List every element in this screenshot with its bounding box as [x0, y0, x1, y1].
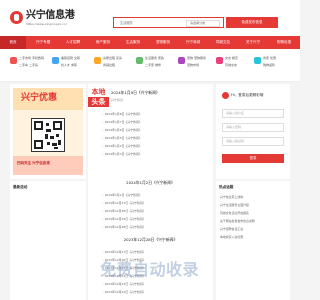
category-line[interactable]: 购物返利: [263, 63, 275, 68]
nav-item-home[interactable]: 首页: [0, 36, 26, 49]
news-item[interactable]: 2024年1月8日《兴宁新闻》: [102, 112, 210, 116]
service-icon: [136, 57, 143, 64]
watermark: 免费自动收录: [100, 260, 200, 279]
nav-item-mall[interactable]: 兴宁商城: [180, 36, 206, 49]
notice-item[interactable]: 本地商家入驻优惠: [220, 235, 286, 239]
news-item[interactable]: 2023年12月22日《兴宁新闻》: [102, 290, 210, 294]
headline-badge: 本地 头条: [88, 87, 109, 107]
notice-title: 热点话题: [219, 185, 234, 189]
category-line[interactable]: 二手市场 手机数码: [19, 56, 44, 61]
search-category-select[interactable]: 请选择分类: [186, 20, 220, 27]
login-greeting: Hi，登录后更精彩哦: [231, 93, 264, 97]
heart-icon: [216, 57, 223, 64]
notice-panel: 热点话题 兴宁信息港上线啦 兴宁生活服务全面升级 同城交友活动开启报名 关于网站…: [216, 181, 290, 300]
category-line[interactable]: 二手家 维修: [145, 63, 161, 68]
nav-item-deals[interactable]: 购物优惠: [270, 36, 298, 49]
news-item[interactable]: 2023年12月31日《兴宁新闻》: [102, 201, 210, 205]
captcha-field[interactable]: 请输入验证码: [222, 137, 284, 146]
category-line[interactable]: 二手车 二手房: [19, 63, 38, 68]
latest-activity-title: 最新活动: [13, 185, 28, 189]
category-grid: 二手市场 手机数码 二手车 二手房 兼职招聘 全职 找人才 求职 房屋出租 买房…: [0, 49, 300, 82]
news-subtitle: 兴宁新闻: [111, 98, 124, 102]
nav-item-life[interactable]: 生活服务: [120, 36, 146, 49]
news-heading[interactable]: 2023年12月28日《兴宁新闻》: [88, 237, 213, 243]
secondhand-icon: [10, 57, 17, 64]
notice-item[interactable]: 兴宁信息港上线啦: [220, 195, 286, 199]
badge-bottom: 头条: [88, 97, 109, 107]
notice-item[interactable]: 同城交友活动开启报名: [220, 211, 286, 215]
news-item[interactable]: 2024年1月5日《兴宁新闻》: [102, 136, 210, 140]
site-url: https://www.xingningxx.cn/: [26, 22, 67, 26]
nav-item-pets[interactable]: 宠物服务: [150, 36, 176, 49]
qr-code-icon: [31, 118, 65, 152]
news-item[interactable]: 2024年1月1日《兴宁新闻》: [102, 193, 210, 197]
notice-item[interactable]: 关于网站免费发布信息说明: [220, 219, 286, 223]
category-line[interactable]: 商家 优惠: [263, 56, 276, 61]
poster-footer: [13, 156, 83, 175]
search-input[interactable]: [114, 18, 184, 27]
password-field[interactable]: 请输入密码: [222, 123, 284, 132]
nav-item-jobs[interactable]: 人才招聘: [60, 36, 86, 49]
category-secondhand[interactable]: 二手市场 手机数码 二手车 二手房: [10, 55, 50, 79]
news-item[interactable]: 2024年1月3日《兴宁新闻》: [102, 152, 210, 156]
news-heading[interactable]: 2024年1月2日《兴宁新闻》: [88, 180, 213, 186]
search-box: 请选择分类: [113, 17, 224, 28]
promo-poster[interactable]: 兴宁优惠 扫码关注 兴宁信息港: [13, 88, 83, 175]
username-field[interactable]: 请输入用户名: [222, 109, 284, 118]
category-dating[interactable]: 交友 婚恋 同城交友: [216, 55, 256, 79]
promo-panel: 兴宁优惠 扫码关注 兴宁信息港: [10, 84, 86, 179]
pet-icon: [178, 57, 185, 64]
category-line[interactable]: 宠物 宠物服务: [187, 56, 206, 61]
news-item[interactable]: 2024年1月4日《兴宁新闻》: [102, 144, 210, 148]
user-icon: [222, 92, 229, 99]
category-line[interactable]: 交友 婚恋: [225, 56, 238, 61]
poster-title: 兴宁优惠: [21, 93, 58, 103]
category-line[interactable]: 房屋出租 买房: [103, 56, 122, 61]
news-item[interactable]: 2023年12月29日《兴宁新闻》: [102, 217, 210, 221]
poster-caption: 扫码关注 兴宁信息港: [17, 161, 50, 165]
nav-item-about[interactable]: 关于兴宁: [240, 36, 266, 49]
nav-item-topics[interactable]: 兴宁专题: [30, 36, 56, 49]
badge-top: 本地: [88, 87, 109, 97]
category-line[interactable]: 兼职招聘 全职: [61, 56, 80, 61]
notice-item[interactable]: 兴宁招聘信息汇总: [220, 227, 286, 231]
news-item[interactable]: 2023年12月28日《兴宁新闻》: [102, 225, 210, 229]
category-life[interactable]: 生活服务 家政 二手家 维修: [136, 55, 176, 79]
nav-item-housing[interactable]: 房产服务: [90, 36, 116, 49]
news-heading[interactable]: 2024年1月9日《兴宁新闻》: [111, 90, 211, 96]
tag-icon: [254, 57, 261, 64]
house-icon: [94, 57, 101, 64]
category-housing[interactable]: 房屋出租 买房 商铺出租: [94, 55, 134, 79]
category-line[interactable]: 生活服务 家政: [145, 56, 164, 61]
category-line[interactable]: 宠物市场: [187, 63, 199, 68]
news-item[interactable]: 2023年12月27日《兴宁新闻》: [102, 250, 210, 254]
logo-icon[interactable]: [10, 11, 23, 24]
category-deals[interactable]: 商家 优惠 购物返利: [254, 55, 294, 79]
site-title[interactable]: 兴宁信息港: [26, 11, 75, 21]
category-line[interactable]: 找人才 求职: [61, 63, 77, 68]
category-line[interactable]: 商铺出租: [103, 63, 115, 68]
category-line[interactable]: 同城交友: [225, 63, 237, 68]
publish-button[interactable]: 免费发布信息: [226, 17, 278, 28]
login-button[interactable]: 登录: [222, 154, 284, 163]
category-pets[interactable]: 宠物 宠物服务 宠物市场: [178, 55, 218, 79]
site-header: 兴宁信息港 https://www.xingningxx.cn/ 请选择分类 免…: [0, 0, 300, 36]
jobs-icon: [52, 57, 59, 64]
category-jobs[interactable]: 兼职招聘 全职 找人才 求职: [52, 55, 92, 79]
main-nav: 首页 兴宁专题 人才招聘 房产服务 生活服务 宠物服务 兴宁商城 同城交友 关于…: [0, 36, 300, 49]
news-item[interactable]: 2024年1月7日《兴宁新闻》: [102, 120, 210, 124]
news-item[interactable]: 2024年1月6日《兴宁新闻》: [102, 128, 210, 132]
latest-activity-panel: 最新活动: [10, 181, 86, 300]
news-item[interactable]: 2023年12月23日《兴宁新闻》: [102, 282, 210, 286]
login-panel: Hi，登录后更精彩哦 请输入用户名 请输入密码 请输入验证码 登录: [216, 84, 290, 179]
nav-item-dating[interactable]: 同城交友: [210, 36, 236, 49]
notice-item[interactable]: 兴宁生活服务全面升级: [220, 203, 286, 207]
news-item[interactable]: 2023年12月30日《兴宁新闻》: [102, 209, 210, 213]
